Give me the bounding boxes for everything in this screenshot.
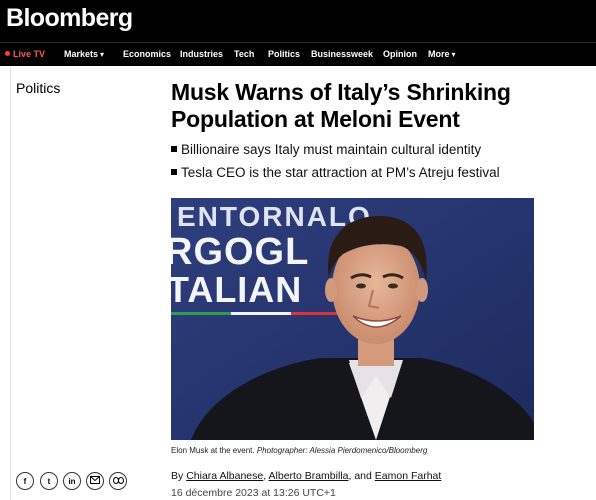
nav-live-tv[interactable]: Live TV [5,49,45,59]
nav-more[interactable]: More ▾ [428,49,456,59]
photo-caption: Elon Musk at the event. Photographer: Al… [171,446,428,455]
nav-economics[interactable]: Economics [123,49,171,59]
chevron-down-icon: ▾ [451,50,456,59]
top-bar: Bloomberg [0,0,596,42]
section-label[interactable]: Politics [16,80,60,96]
share-email-button[interactable] [86,472,104,490]
share-facebook-button[interactable]: f [16,472,34,490]
nav-opinion[interactable]: Opinion [383,49,417,59]
backdrop-text: ENTORNALO [177,201,372,232]
nav-bar: Live TV Markets ▾ Economics Industries Te… [0,42,596,66]
backdrop-text: RGOGL [171,231,309,273]
article-headline: Musk Warns of Italy’s Shrinking Populati… [171,79,511,132]
twitter-icon: t [47,476,51,486]
nav-industries[interactable]: Industries [180,49,223,59]
bullet-square-icon [171,146,177,152]
summary-bullet: Billionaire says Italy must maintain cul… [171,142,481,157]
share-twitter-button[interactable]: t [40,472,58,490]
summary-bullet: Tesla CEO is the star attraction at PM’s… [171,165,500,180]
author-link[interactable]: Alberto Brambilla [269,470,349,482]
email-icon [90,476,100,486]
nav-tech[interactable]: Tech [234,49,254,59]
linkedin-icon: in [68,476,76,486]
link-icon [112,476,124,486]
sidebar-divider [10,66,11,500]
chevron-down-icon: ▾ [100,50,105,59]
publish-date: 16 décembre 2023 at 13:26 UTC+1 [171,487,336,499]
nav-politics[interactable]: Politics [268,49,300,59]
bloomberg-logo[interactable]: Bloomberg [6,4,133,33]
article-photo: ENTORNALO RGOGL TALIAN [171,198,534,440]
nav-businessweek[interactable]: Businessweek [311,49,373,59]
facebook-icon: f [23,476,27,486]
share-linkedin-button[interactable]: in [63,472,81,490]
copy-link-button[interactable] [109,472,127,490]
byline: By Chiara Albanese, Alberto Brambilla, a… [171,470,442,482]
author-link[interactable]: Chiara Albanese [186,470,263,482]
author-link[interactable]: Eamon Farhat [375,470,442,482]
bullet-square-icon [171,169,177,175]
photo-credit: Photographer: Alessia Pierdomenico/Bloom… [256,446,428,455]
backdrop-text: TALIAN [171,269,302,310]
nav-markets[interactable]: Markets ▾ [64,49,104,59]
live-dot-icon [5,51,10,56]
